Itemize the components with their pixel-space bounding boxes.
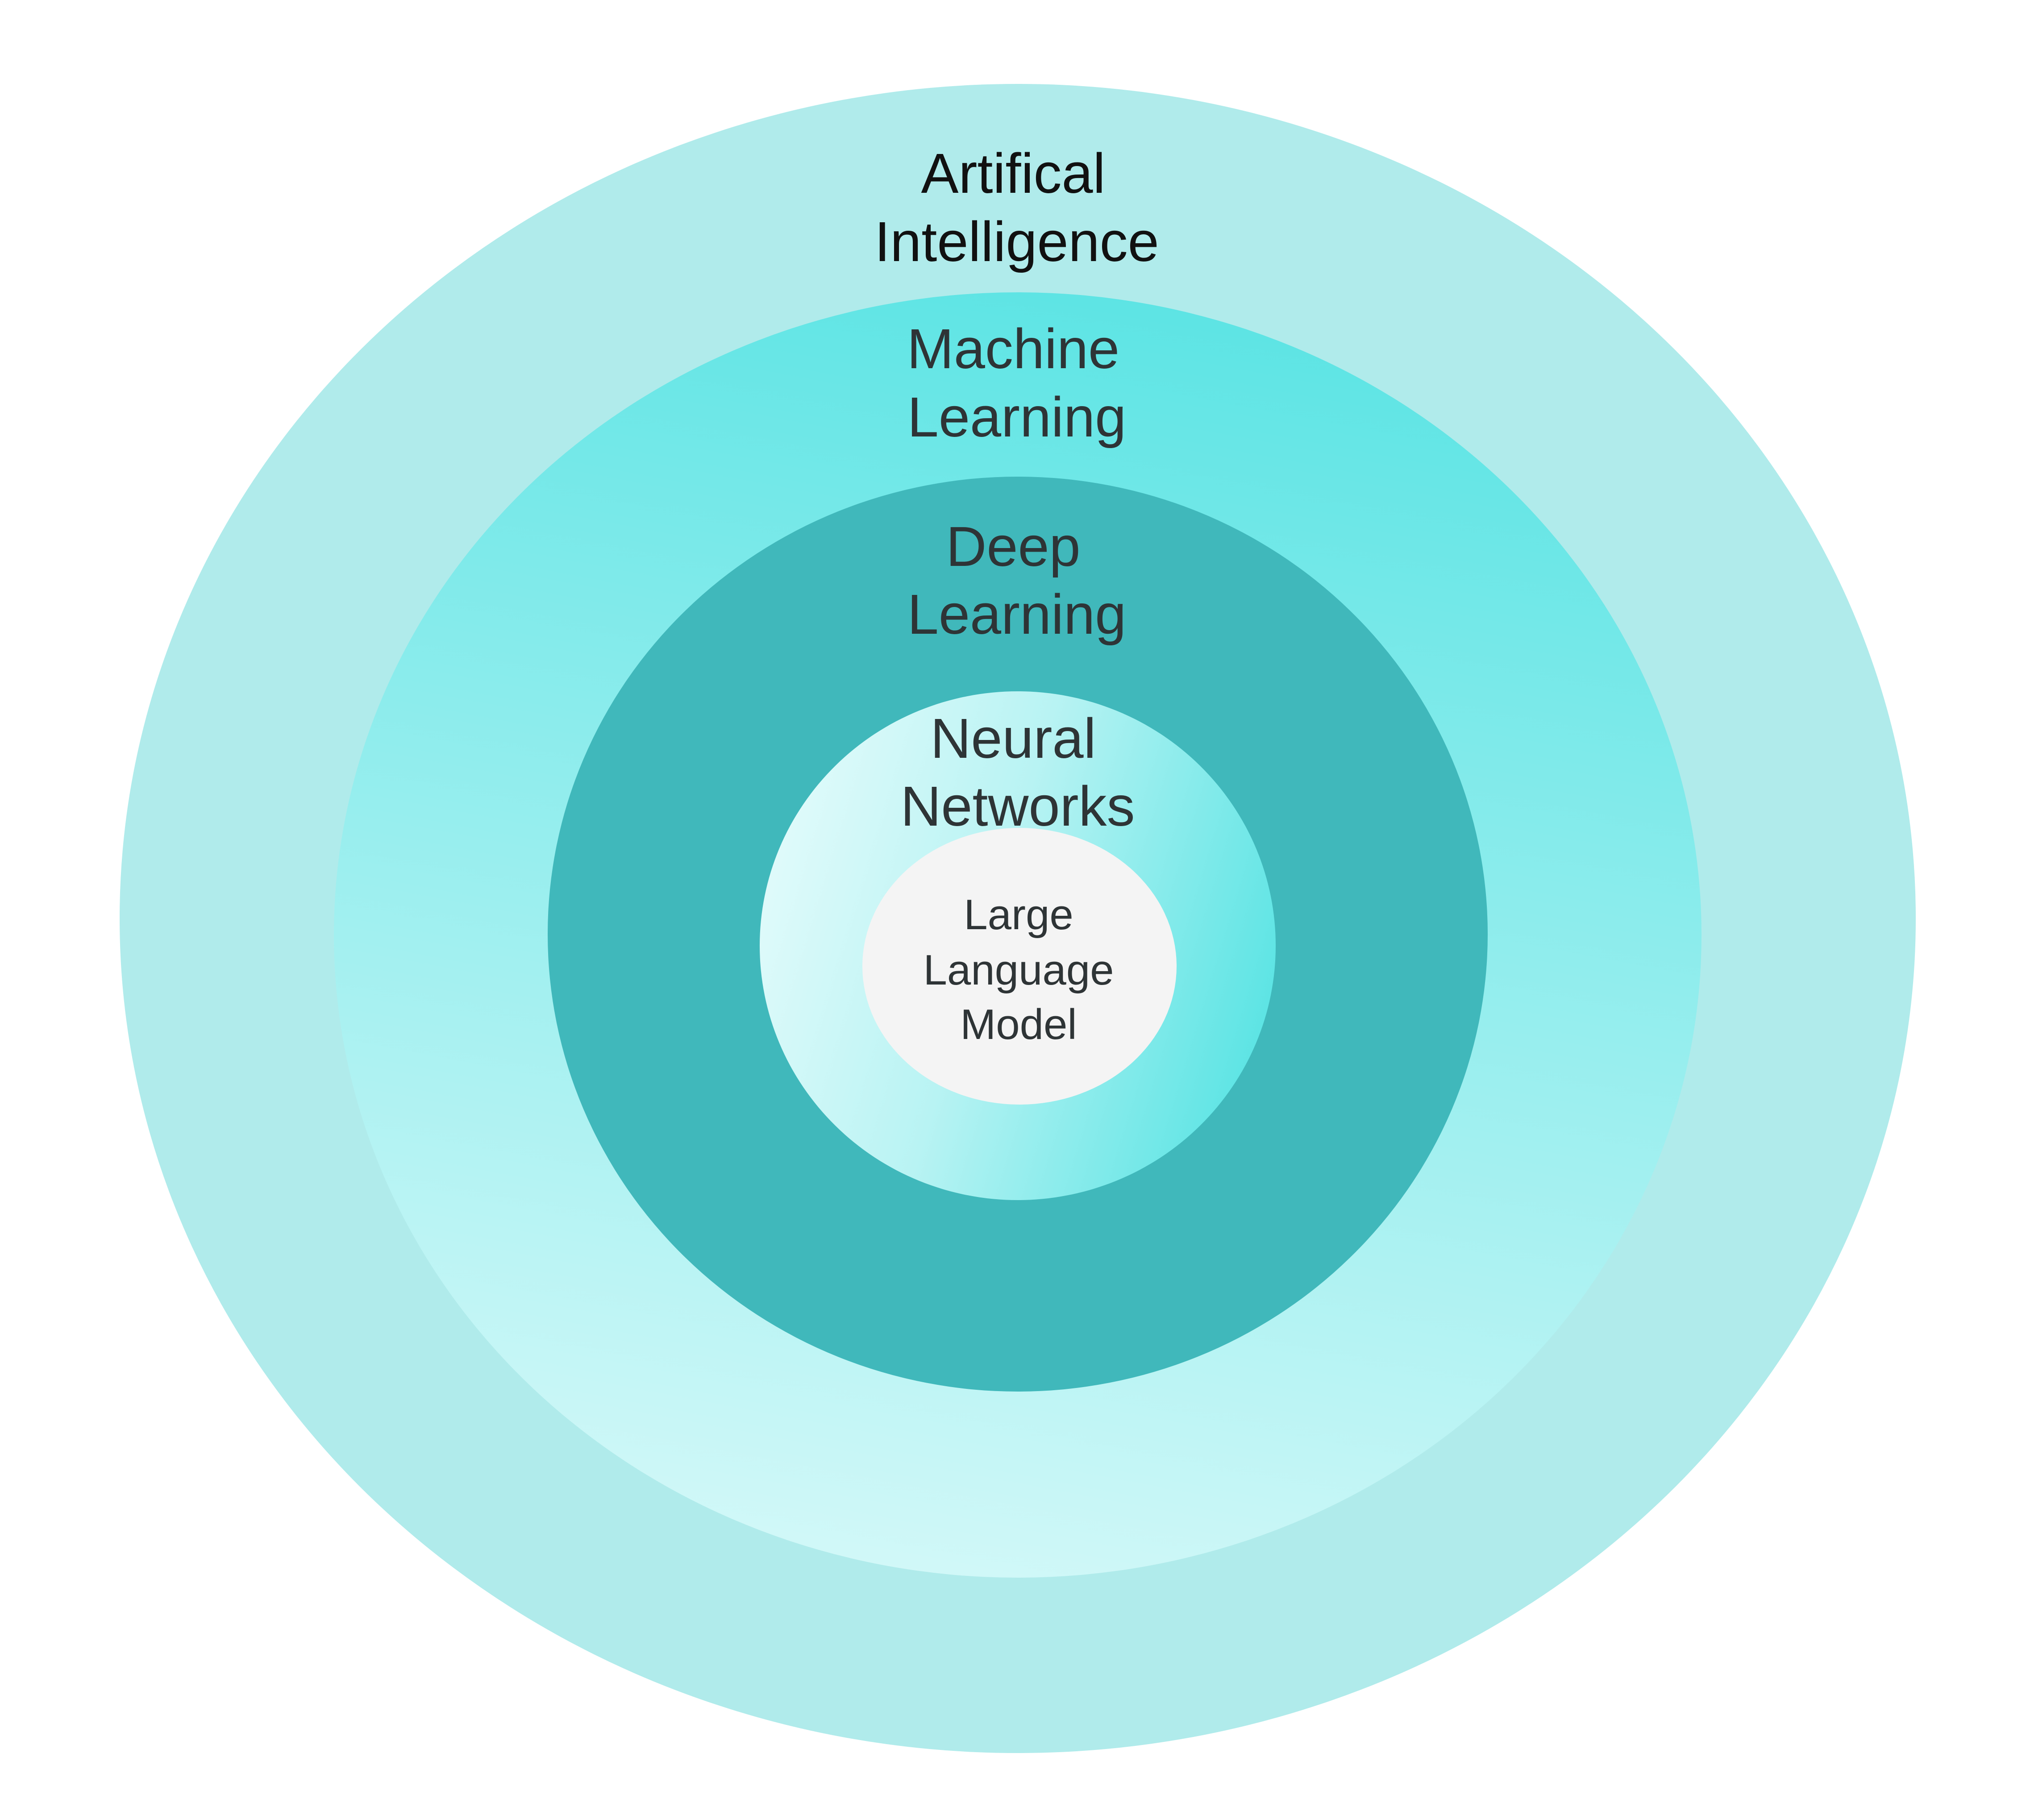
nn-label-line1: Neural [930, 707, 1096, 770]
llm-label-line1: Large [964, 891, 1073, 939]
diagram-canvas: Artifical Intelligence Machine Learning … [0, 0, 2022, 1820]
nested-ai-diagram: Artifical Intelligence Machine Learning … [0, 0, 2022, 1820]
llm-label-line2: Language [923, 946, 1114, 994]
ai-label-line1: Artifical [921, 142, 1105, 205]
ml-label-line2: Learning [907, 386, 1126, 449]
dl-label-line1: Deep [946, 515, 1080, 578]
dl-label-line2: Learning [907, 583, 1126, 646]
ml-label-line1: Machine [907, 317, 1119, 380]
ai-label-line2: Intelligence [874, 210, 1159, 273]
nn-label-line2: Networks [900, 775, 1135, 838]
llm-label-line3: Model [960, 1001, 1077, 1048]
